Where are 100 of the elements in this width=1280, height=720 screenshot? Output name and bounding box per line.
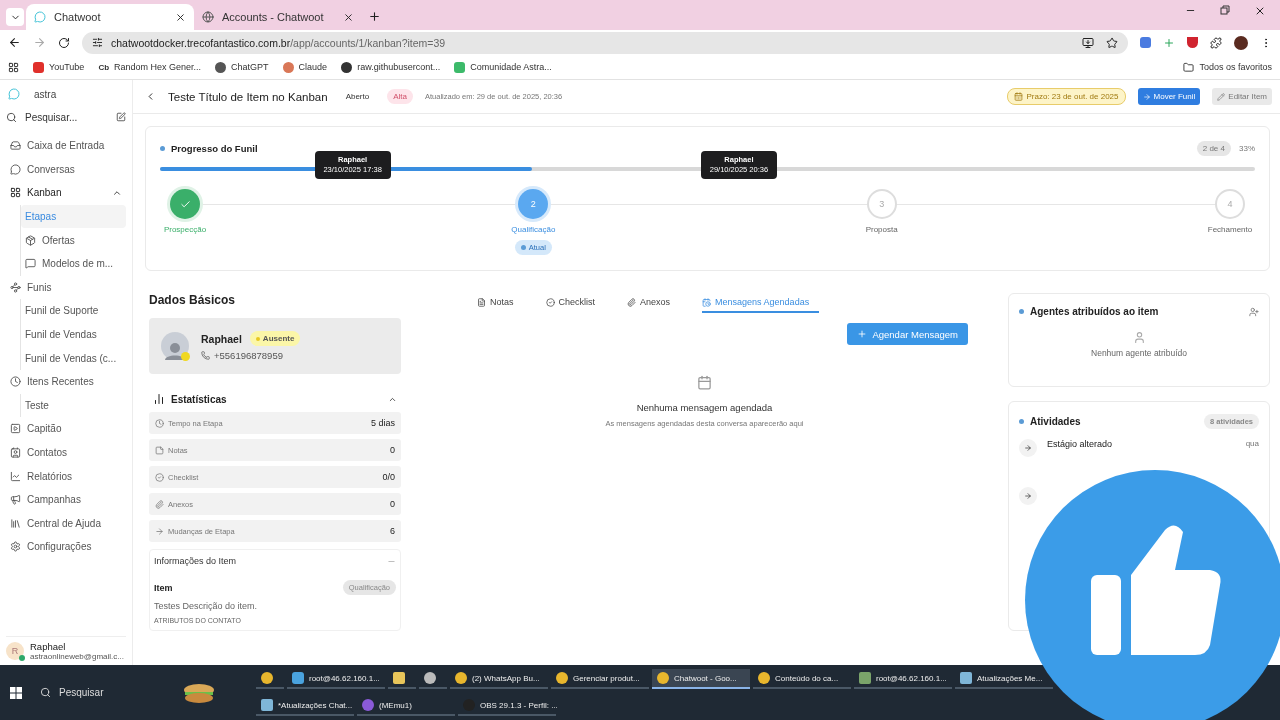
move-funnel-button[interactable]: Mover Funil: [1137, 88, 1201, 105]
browser-tab[interactable]: Accounts - Chatwoot: [194, 4, 362, 30]
taskbar-app[interactable]: Gerenciar produt...: [551, 669, 649, 689]
restore-icon[interactable]: [1220, 5, 1230, 15]
step-label: Prospecção: [163, 225, 207, 234]
taskbar-app[interactable]: *Atualizações Chat...: [256, 696, 354, 716]
percent-text: 33%: [1239, 144, 1255, 153]
bookmark-icon: [215, 61, 227, 73]
edit-item-button[interactable]: Editar Item: [1212, 88, 1272, 105]
new-tab-icon[interactable]: [368, 10, 381, 23]
translate-icon[interactable]: [1140, 37, 1151, 48]
sidebar-item[interactable]: Teste: [21, 393, 126, 418]
address-bar[interactable]: chatwootdocker.trecofantastico.com.br/app/accounts/1/kanban?item=39: [82, 31, 1128, 54]
contact-icon: [10, 447, 21, 458]
line-chart-icon: [10, 470, 21, 482]
profile-avatar[interactable]: [1234, 35, 1248, 50]
taskbar-app[interactable]: (MEmu1): [357, 696, 455, 716]
taskbar-app[interactable]: root@46.62.160.1...: [854, 669, 952, 689]
sidebar-item[interactable]: Relatórios: [6, 464, 126, 488]
step-circle: 4: [1215, 189, 1245, 219]
compose-icon[interactable]: [116, 112, 126, 122]
sidebar-item[interactable]: Modelos de m...: [21, 251, 126, 276]
bookmark-icon: [33, 61, 44, 73]
paperclip-icon: [155, 499, 164, 509]
user-icon: [1132, 331, 1146, 344]
presence-badge: Ausente: [249, 331, 301, 346]
apps-icon[interactable]: [8, 61, 19, 73]
add-user-icon[interactable]: [1249, 306, 1259, 317]
bookmark-icon: [282, 61, 294, 73]
status-label: Aberto: [344, 91, 371, 103]
contact-name: Raphael: [201, 332, 242, 345]
sidebar-item[interactable]: Capitão: [6, 417, 126, 441]
sidebar-item[interactable]: Conversas: [6, 157, 126, 182]
empty-title: Nenhuma mensagem agendada: [636, 402, 773, 413]
taskbar-app[interactable]: Chatwoot - Goo...: [652, 669, 750, 689]
bookmark-folder[interactable]: Todos os favoritos: [1183, 61, 1272, 73]
user-avatar: R: [6, 642, 24, 660]
app-icon: [455, 672, 467, 684]
bookmark-icon: [454, 61, 466, 73]
bookmark-item[interactable]: ChatGPT: [215, 61, 269, 73]
windows-start-icon[interactable]: [10, 686, 22, 699]
sidebar-item[interactable]: Funil de Vendas: [21, 322, 126, 347]
sandwich-icon[interactable]: [182, 681, 216, 704]
bookmark-item[interactable]: Comunidade Astra...: [454, 61, 552, 73]
inbox-icon: [10, 140, 21, 152]
sidebar-item[interactable]: Kanban: [6, 181, 126, 205]
browser-tab[interactable]: Chatwoot: [26, 4, 194, 30]
bar-chart-icon: [153, 393, 165, 405]
sidebar-item[interactable]: Campanhas: [6, 487, 126, 512]
note-icon: [155, 445, 164, 455]
sidebar-item[interactable]: Central de Ajuda: [6, 511, 126, 536]
close-icon[interactable]: [1254, 5, 1266, 17]
sidebar-item[interactable]: Itens Recentes: [6, 369, 126, 394]
reload-icon[interactable]: [58, 36, 70, 49]
bookmark-star-icon[interactable]: [1106, 36, 1118, 49]
sidebar-item[interactable]: Funil de Vendas (c...: [21, 346, 126, 370]
search-icon: [6, 111, 17, 123]
detail-tab[interactable]: Anexos: [627, 293, 681, 313]
folder-icon: [1183, 61, 1195, 73]
arrow-right-icon: [155, 526, 164, 536]
taskbar-search[interactable]: Pesquisar: [32, 687, 182, 698]
taskbar-app[interactable]: (2) WhatsApp Bu...: [450, 669, 548, 689]
install-icon[interactable]: [1082, 36, 1094, 49]
taskbar-app[interactable]: [388, 669, 416, 689]
bookmark-item[interactable]: YouTube: [33, 61, 85, 73]
close-icon[interactable]: [175, 11, 186, 23]
sidebar-item[interactable]: Funis: [6, 275, 126, 300]
bookmark-item[interactable]: Claude: [282, 61, 328, 73]
status-dot: [1019, 309, 1024, 314]
app-icon: [758, 672, 770, 684]
taskbar-app[interactable]: root@46.62.160.1...: [287, 669, 385, 689]
sidebar-item[interactable]: Caixa de Entrada: [6, 134, 126, 158]
phone-icon: [201, 351, 210, 360]
sidebar-item[interactable]: Configurações: [6, 535, 126, 559]
activity-title: Estágio alterado: [1047, 439, 1113, 451]
detail-tab[interactable]: Mensagens Agendadas: [702, 293, 820, 313]
empty-text: Nenhum agente atribuído: [1091, 348, 1187, 358]
sidebar-item[interactable]: Funil de Suporte: [21, 299, 126, 323]
sidebar-item[interactable]: Ofertas: [21, 228, 126, 252]
card-title: Atividades: [1030, 416, 1081, 427]
url-path: /app/accounts/1/kanban?item=39: [290, 36, 446, 49]
back-icon[interactable]: [8, 36, 21, 49]
close-icon[interactable]: [343, 11, 354, 23]
detail-tab[interactable]: Notas: [477, 293, 524, 313]
url-host: chatwootdocker.trecofantastico.com.br: [111, 36, 291, 49]
online-dot: [19, 655, 25, 661]
extensions-icon[interactable]: [1210, 36, 1222, 49]
stat-value: 5 dias: [370, 418, 395, 428]
bookmark-item[interactable]: Cb Random Hex Gener...: [98, 62, 202, 72]
taskbar-app[interactable]: Conteúdo do ca...: [753, 669, 851, 689]
step-label: Fechamento: [1207, 225, 1253, 234]
taskbar-app[interactable]: OBS 29.1.3 - Perfil: ...: [458, 696, 556, 716]
step-label: Proposta: [865, 225, 898, 234]
paperclip-icon: [627, 297, 637, 307]
shield-icon[interactable]: [1187, 37, 1198, 48]
arrow-right-icon: [1024, 492, 1032, 500]
document-icon: [477, 297, 486, 307]
detail-tab[interactable]: Checklist: [545, 293, 606, 313]
sidebar-item[interactable]: Contatos: [6, 440, 126, 465]
bookmark-item[interactable]: raw.githubusercont...: [341, 61, 441, 73]
